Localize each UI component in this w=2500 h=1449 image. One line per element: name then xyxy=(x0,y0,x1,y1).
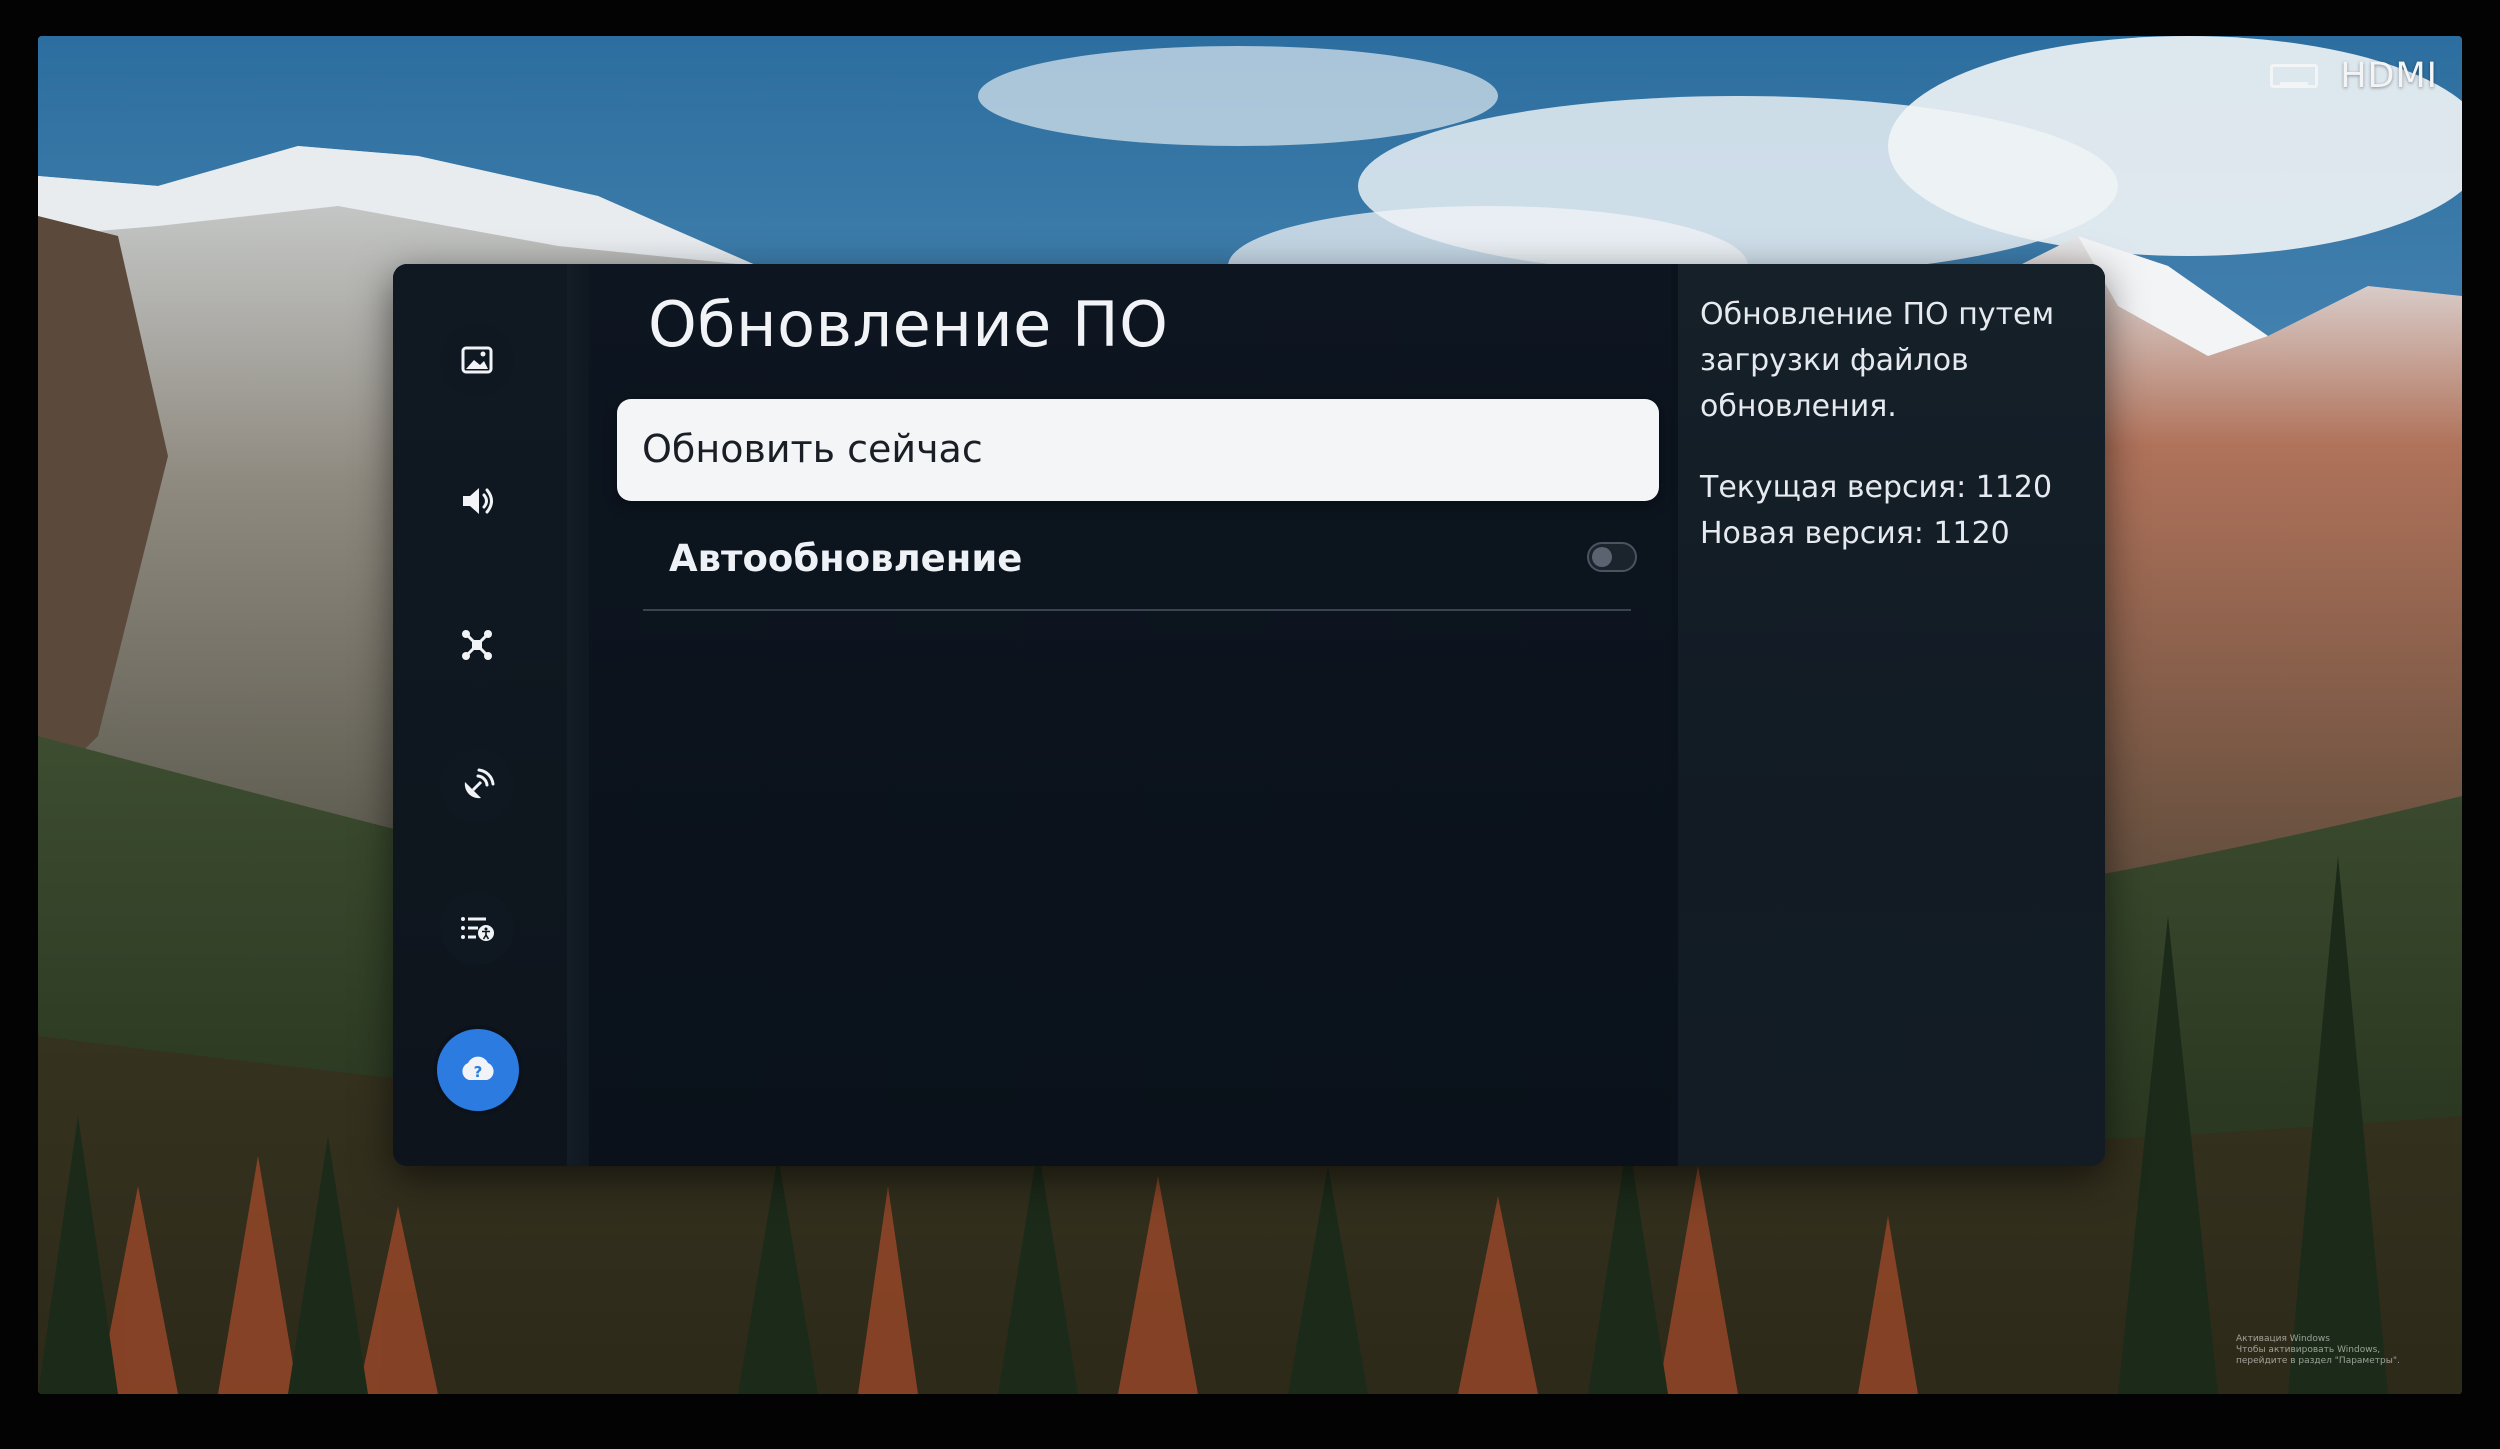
support-question-icon: ? xyxy=(462,1056,494,1081)
input-source-indicator: HDMI xyxy=(2270,56,2438,96)
settings-panel: ? Обновление ПО Обновить сейчас Автообно… xyxy=(393,264,2105,1166)
new-version: Новая версия: 1120 xyxy=(1700,516,2010,551)
auto-update-row[interactable]: Автообновление xyxy=(643,519,1637,611)
sidebar-item-sound[interactable] xyxy=(440,464,514,538)
sidebar-item-connection[interactable] xyxy=(440,608,514,682)
auto-update-toggle[interactable] xyxy=(1587,542,1637,572)
input-source-label: HDMI xyxy=(2340,56,2438,96)
auto-update-label: Автообновление xyxy=(669,537,1023,580)
speaker-icon xyxy=(463,488,493,514)
watermark-line2: Чтобы активировать Windows, перейдите в … xyxy=(2236,1345,2400,1366)
sidebar-item-support[interactable]: ? xyxy=(442,1034,514,1106)
current-version: Текущая версия: 1120 xyxy=(1700,470,2053,505)
page-title: Обновление ПО xyxy=(648,288,1169,361)
hdmi-port-icon xyxy=(2270,64,2319,88)
sidebar-item-broadcast[interactable] xyxy=(440,749,514,823)
svg-text:?: ? xyxy=(474,1063,483,1081)
broadcast-icon xyxy=(464,768,495,799)
sidebar-item-picture[interactable] xyxy=(440,323,514,397)
sidebar-item-general[interactable] xyxy=(440,891,514,965)
settings-sidebar: ? xyxy=(393,264,567,1166)
info-description: Обновление ПО путем загрузки файлов обно… xyxy=(1700,297,2055,424)
update-now-label: Обновить сейчас xyxy=(642,427,983,471)
sidebar-divider xyxy=(567,264,589,1166)
info-panel: Обновление ПО путем загрузки файлов обно… xyxy=(1678,264,2105,1166)
windows-activation-watermark: Активация Windows Чтобы активировать Win… xyxy=(2236,1334,2416,1367)
toggle-knob xyxy=(1592,547,1612,567)
connection-icon xyxy=(462,630,492,660)
general-accessibility-icon xyxy=(461,917,494,941)
picture-icon xyxy=(461,346,493,374)
update-now-button[interactable]: Обновить сейчас xyxy=(617,399,1659,501)
watermark-line1: Активация Windows xyxy=(2236,1334,2330,1344)
